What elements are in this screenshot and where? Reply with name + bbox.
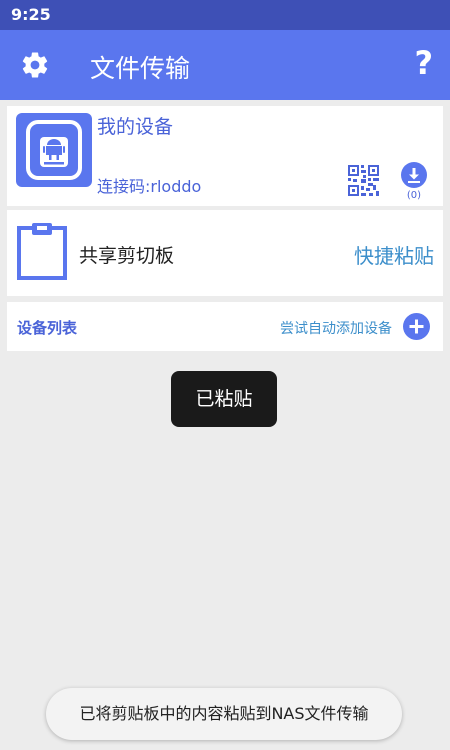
pasted-toast: 已粘贴 [171, 371, 277, 427]
my-device-card[interactable]: 我的设备 连接码:rloddo (0) [7, 106, 443, 206]
paste-notification: 已将剪贴板中的内容粘贴到NAS文件传输 [46, 688, 402, 740]
device-name: 我的设备 [97, 116, 174, 138]
device-list-title: 设备列表 [17, 319, 78, 337]
clipboard-icon [17, 223, 67, 280]
status-bar: 9:25 [0, 0, 450, 30]
auto-add-devices-link[interactable]: 尝试自动添加设备 [280, 318, 392, 338]
qr-code-icon[interactable] [348, 165, 379, 196]
android-device-icon [16, 113, 92, 187]
device-list-header: 设备列表 尝试自动添加设备 [7, 302, 443, 351]
shared-clipboard-label: 共享剪切板 [79, 245, 175, 267]
app-title: 文件传输 [90, 54, 191, 83]
quick-paste-button[interactable]: 快捷粘贴 [354, 240, 434, 269]
add-device-icon[interactable] [403, 313, 430, 340]
shared-clipboard-card: 共享剪切板 快捷粘贴 [7, 210, 443, 296]
gear-icon[interactable] [20, 50, 50, 80]
help-button[interactable]: ? [414, 44, 433, 82]
connection-code: 连接码:rloddo [97, 177, 202, 196]
download-count: (0) [406, 190, 422, 201]
app-bar: 文件传输 ? [0, 30, 450, 100]
download-icon[interactable] [401, 162, 427, 188]
status-time: 9:25 [11, 5, 51, 24]
